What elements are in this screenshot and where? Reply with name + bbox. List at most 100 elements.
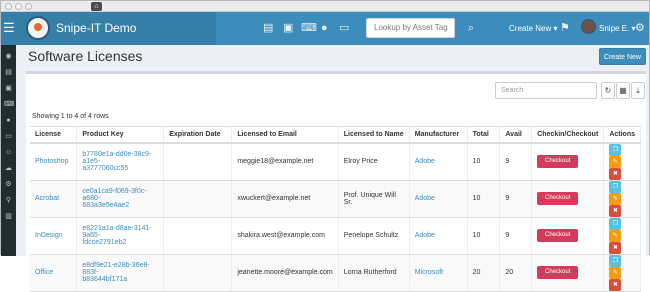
assets-icon[interactable]: ▤ bbox=[263, 22, 273, 34]
table-row: InDesign e8221a1a-d8ae-3141-9a65- fdcce27… bbox=[30, 217, 641, 255]
email-cell: xwuckert@example.net bbox=[231, 180, 339, 218]
assets-side-icon[interactable]: ▤ bbox=[4, 68, 13, 77]
col-header-name[interactable]: Licensed to Name bbox=[338, 126, 410, 144]
product-key-part1: b7780e1a-dd0e-38c9-a1e5- bbox=[82, 151, 152, 165]
delete-icon[interactable]: ✖ bbox=[609, 167, 622, 180]
licenses-box: Search ↻ ▦ ⤓ Showing 1 to 4 of 4 rows Li… bbox=[26, 71, 646, 292]
download-icon: ⤓ bbox=[636, 86, 640, 95]
accessories-icon[interactable]: ⌨ bbox=[301, 22, 317, 34]
components-side-icon[interactable]: ▭ bbox=[4, 132, 13, 141]
accessories-side-icon[interactable]: ⌨ bbox=[4, 100, 14, 109]
app-window: ⌂ ☰ Snipe-IT Demo ▤ ▣ ⌨ ● ▭ Lookup by As… bbox=[0, 0, 650, 292]
columns-button[interactable]: ▦ bbox=[616, 82, 630, 99]
clone-icon[interactable]: ❐ bbox=[609, 180, 622, 193]
expiration-cell bbox=[163, 180, 233, 218]
product-key-link[interactable]: e8df9e21-e28b-36e8-883f-b83644bf171a bbox=[82, 262, 149, 283]
table-header-row: License Product Key Expiration Date Lice… bbox=[30, 126, 641, 144]
expiration-cell bbox=[163, 254, 233, 292]
minimize-window-dot[interactable] bbox=[15, 3, 22, 10]
license-link[interactable]: InDesign bbox=[35, 232, 63, 239]
checkout-button[interactable]: Checkout bbox=[537, 266, 579, 279]
app-title[interactable]: Snipe-IT Demo bbox=[56, 21, 136, 35]
license-link[interactable]: Photoshop bbox=[35, 158, 68, 165]
close-window-dot[interactable] bbox=[5, 3, 12, 10]
table-search-input[interactable]: Search bbox=[495, 82, 597, 99]
people-side-icon[interactable]: ☺ bbox=[4, 148, 13, 157]
product-key-part1: ce0a1ca9-f069-3f0c-a680- bbox=[82, 188, 147, 202]
components-icon[interactable]: ▭ bbox=[339, 22, 349, 34]
checkout-button[interactable]: Checkout bbox=[537, 192, 579, 205]
create-new-dropdown[interactable]: Create New ▾ bbox=[509, 24, 557, 33]
gear-icon[interactable]: ⚙ bbox=[635, 22, 645, 34]
user-menu[interactable]: Snipe E. ▾ bbox=[599, 24, 635, 33]
manufacturer-link[interactable]: Adobe bbox=[415, 232, 435, 239]
checkout-button[interactable]: Checkout bbox=[537, 229, 579, 242]
license-link[interactable]: Office bbox=[35, 269, 53, 276]
delete-icon[interactable]: ✖ bbox=[609, 241, 622, 254]
avail-cell: 9 bbox=[499, 180, 533, 218]
consumables-side-icon[interactable]: ● bbox=[4, 116, 13, 125]
export-button[interactable]: ⤓ bbox=[631, 82, 645, 99]
page-title: Software Licenses bbox=[28, 48, 143, 64]
reports-side-icon[interactable]: ▥ bbox=[4, 212, 13, 221]
import-side-icon[interactable]: ☁ bbox=[4, 164, 13, 173]
maximize-window-dot[interactable] bbox=[25, 3, 32, 10]
create-new-button[interactable]: Create New bbox=[599, 48, 646, 65]
product-key-link[interactable]: e8221a1a-d8ae-3141-9a65- fdcce2791eb2 bbox=[82, 225, 151, 246]
product-key-part2: fdcce2791eb2 bbox=[82, 239, 127, 246]
total-cell: 20 bbox=[467, 254, 501, 292]
menu-toggle-icon[interactable]: ☰ bbox=[3, 21, 15, 34]
columns-icon: ▦ bbox=[619, 86, 627, 95]
clone-icon[interactable]: ❐ bbox=[609, 217, 622, 230]
licenses-side-icon[interactable]: ▣ bbox=[4, 84, 13, 93]
total-cell: 10 bbox=[467, 217, 501, 255]
delete-icon[interactable]: ✖ bbox=[609, 204, 622, 217]
manufacturer-link[interactable]: Adobe bbox=[415, 195, 435, 202]
col-header-actions: Actions bbox=[603, 126, 641, 144]
table-row: Acrobat ce0a1ca9-f069-3f0c-a680- 683a3e5e… bbox=[30, 180, 641, 218]
settings-side-icon[interactable]: ⚙ bbox=[4, 180, 13, 189]
browser-tab-icon[interactable]: ⌂ bbox=[91, 2, 102, 11]
dashboard-icon[interactable]: ◉ bbox=[4, 52, 13, 61]
avail-cell: 20 bbox=[499, 254, 533, 292]
user-avatar[interactable] bbox=[581, 19, 596, 34]
expiration-cell bbox=[163, 217, 233, 255]
col-header-expiration[interactable]: Expiration Date bbox=[163, 126, 233, 144]
clone-icon[interactable]: ❐ bbox=[609, 143, 622, 156]
product-key-link[interactable]: b7780e1a-dd0e-38c9-a1e5- a3777060cc55 bbox=[82, 151, 151, 172]
license-link[interactable]: Acrobat bbox=[35, 195, 59, 202]
search-icon[interactable]: ⌕ bbox=[468, 22, 474, 34]
product-key-part2: a3777060cc55 bbox=[82, 165, 129, 172]
col-header-product-key[interactable]: Product Key bbox=[76, 126, 165, 144]
refresh-button[interactable]: ↻ bbox=[601, 82, 615, 99]
asset-tag-search-input[interactable]: Lookup by Asset Tag bbox=[366, 18, 455, 38]
brand-area[interactable]: ☰ Snipe-IT Demo bbox=[1, 12, 216, 45]
manufacturer-link[interactable]: Adobe bbox=[415, 158, 435, 165]
checkout-button[interactable]: Checkout bbox=[537, 155, 579, 168]
col-header-total[interactable]: Total bbox=[467, 126, 501, 144]
name-cell: Elroy Price bbox=[338, 142, 410, 181]
edit-icon[interactable]: ✎ bbox=[609, 266, 622, 279]
delete-icon[interactable]: ✖ bbox=[609, 278, 622, 291]
product-key-part1: e8221a1a-d8ae-3141-9a65- bbox=[82, 225, 152, 239]
name-cell: Prof. Unique Will Sr. bbox=[338, 180, 410, 218]
clone-icon[interactable]: ❐ bbox=[609, 254, 622, 267]
col-header-email[interactable]: Licensed to Email bbox=[231, 126, 339, 144]
flag-icon[interactable]: ⚑ bbox=[560, 22, 570, 34]
col-header-license[interactable]: License bbox=[30, 126, 78, 144]
edit-icon[interactable]: ✎ bbox=[609, 155, 622, 168]
expiration-cell bbox=[163, 142, 233, 181]
requestable-side-icon[interactable]: ⚲ bbox=[4, 196, 13, 205]
total-cell: 10 bbox=[467, 142, 501, 181]
product-key-link[interactable]: ce0a1ca9-f069-3f0c-a680- 683a3e5e4ae2 bbox=[82, 188, 146, 209]
consumables-icon[interactable]: ● bbox=[321, 22, 328, 34]
col-header-manufacturer[interactable]: Manufacturer bbox=[409, 126, 468, 144]
email-cell: meggie18@example.net bbox=[231, 142, 339, 181]
col-header-avail[interactable]: Avail bbox=[499, 126, 533, 144]
manufacturer-link[interactable]: Microsoft bbox=[415, 269, 443, 276]
top-navbar: ☰ Snipe-IT Demo ▤ ▣ ⌨ ● ▭ Lookup by Asse… bbox=[1, 12, 649, 45]
edit-icon[interactable]: ✎ bbox=[609, 229, 622, 242]
main-content: Software Licenses Create New Search ↻ ▦ … bbox=[16, 45, 649, 292]
licenses-icon[interactable]: ▣ bbox=[283, 22, 293, 34]
edit-icon[interactable]: ✎ bbox=[609, 192, 622, 205]
